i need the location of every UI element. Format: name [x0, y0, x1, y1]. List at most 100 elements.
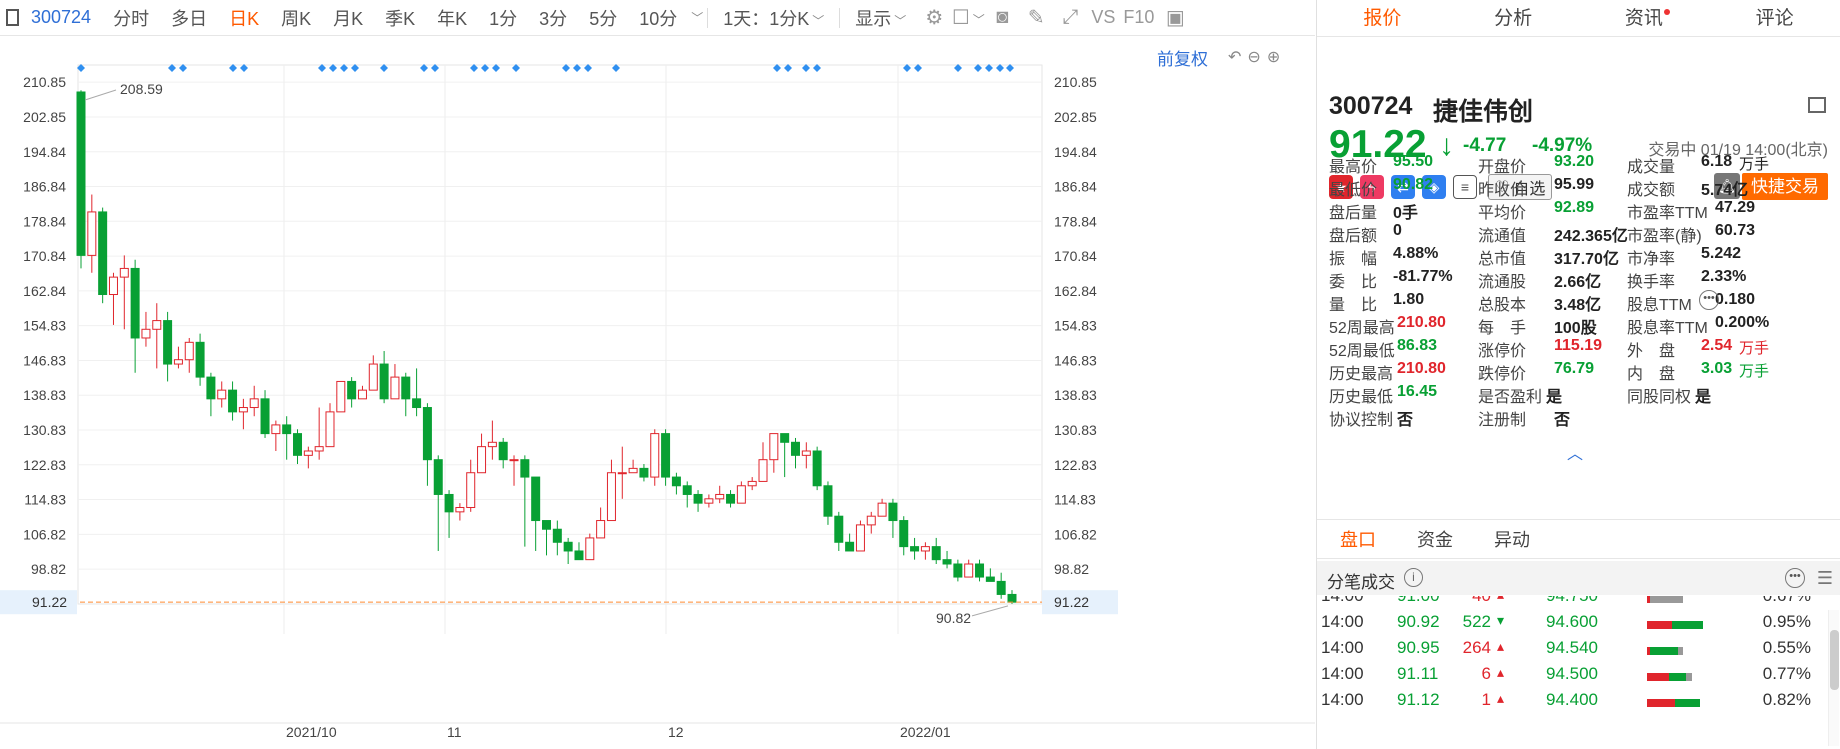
candle-body[interactable]	[855, 524, 865, 552]
tab-0[interactable]: 报价	[1317, 0, 1448, 36]
scrollbar-thumb[interactable]	[1830, 630, 1839, 690]
candle-body[interactable]	[639, 467, 649, 478]
candle-body[interactable]	[704, 498, 714, 504]
candle-body[interactable]	[866, 515, 876, 526]
candle-body[interactable]	[715, 493, 725, 500]
candle-body[interactable]	[498, 441, 508, 461]
period-tab-0[interactable]: 分时	[102, 5, 160, 31]
trade-row[interactable]: 14:00 90.95 264 ▴ 94.540 0.55%	[1317, 638, 1821, 664]
candle-body[interactable]	[531, 476, 541, 522]
period-tab-10[interactable]: 10分	[628, 5, 688, 31]
minute-combo[interactable]: 1天：1分K ﹀	[712, 5, 835, 31]
candle-body[interactable]	[260, 398, 270, 435]
candle-body[interactable]	[152, 320, 162, 330]
candle-body[interactable]	[271, 424, 281, 435]
candle-body[interactable]	[542, 520, 551, 530]
period-tab-9[interactable]: 5分	[578, 5, 628, 31]
candle-body[interactable]	[76, 91, 86, 256]
gear-icon[interactable]: ⚙	[917, 5, 951, 30]
candle-body[interactable]	[195, 341, 205, 378]
tab-1[interactable]: 分析	[1448, 0, 1579, 36]
candle-body[interactable]	[877, 502, 887, 517]
candle-body[interactable]	[628, 467, 638, 474]
candle-body[interactable]	[228, 389, 238, 413]
period-tab-8[interactable]: 3分	[528, 5, 578, 31]
candle-body[interactable]	[671, 476, 681, 487]
stock-code-tab[interactable]: 300724	[23, 7, 102, 28]
candle-body[interactable]	[282, 424, 292, 435]
candle-body[interactable]	[606, 472, 616, 522]
candle-body[interactable]	[379, 363, 389, 400]
f10-button[interactable]: F10	[1119, 7, 1158, 28]
sidebar-icon[interactable]: ▣	[1158, 5, 1192, 30]
zoom-in-icon[interactable]: ⊕	[1267, 47, 1280, 67]
subtab-0[interactable]: 盘口	[1322, 520, 1394, 558]
period-tab-3[interactable]: 周K	[270, 5, 322, 31]
period-tab-6[interactable]: 年K	[426, 5, 478, 31]
candle-body[interactable]	[108, 276, 118, 296]
candle-body[interactable]	[520, 459, 530, 478]
candle-body[interactable]	[693, 493, 703, 504]
candle-body[interactable]	[585, 537, 595, 561]
pencil-icon[interactable]: ✎	[1019, 5, 1053, 30]
list-icon[interactable]: ☰	[1817, 568, 1833, 589]
trades-list[interactable]: 14:00 91.00 40 ▴ 94.750 0.67% 14:00 90.92 522 ▾ 94…	[1317, 596, 1821, 749]
candle-body[interactable]	[130, 267, 140, 339]
candle-body[interactable]	[303, 450, 313, 456]
sidebar-toggle-icon[interactable]	[6, 9, 19, 26]
candle-body[interactable]	[574, 550, 584, 561]
checkbox-icon[interactable]: ☐ ﹀	[951, 5, 985, 30]
tab-3[interactable]: 评论	[1709, 0, 1840, 36]
candle-body[interactable]	[736, 485, 746, 504]
candle-body[interactable]	[650, 433, 660, 478]
candle-body[interactable]	[368, 363, 378, 391]
candle-body[interactable]	[801, 450, 811, 456]
candle-body[interactable]	[336, 380, 346, 413]
fullscreen-icon[interactable]: ⤢	[1053, 6, 1087, 29]
tab-2[interactable]: 资讯	[1579, 0, 1710, 36]
candle-body[interactable]	[477, 446, 487, 474]
candle-body[interactable]	[444, 493, 454, 513]
period-tab-7[interactable]: 1分	[478, 5, 528, 31]
candle-body[interactable]	[682, 485, 692, 495]
adjust-mode-button[interactable]: 前复权	[1157, 45, 1208, 70]
chevron-down-icon[interactable]: ﹀	[691, 9, 703, 26]
candle-body[interactable]	[249, 398, 259, 409]
candle-body[interactable]	[964, 563, 974, 578]
candle-body[interactable]	[455, 507, 465, 513]
candle-body[interactable]	[931, 546, 941, 561]
candle-body[interactable]	[390, 376, 400, 400]
candle-body[interactable]	[996, 580, 1006, 595]
zoom-out-icon[interactable]: ⊖	[1247, 47, 1260, 67]
candle-body[interactable]	[98, 211, 108, 296]
candle-body[interactable]	[314, 446, 324, 452]
subtab-1[interactable]: 资金	[1399, 520, 1471, 558]
period-tab-1[interactable]: 多日	[160, 5, 218, 31]
display-menu[interactable]: 显示 ﹀	[844, 5, 917, 31]
candle-body[interactable]	[596, 520, 606, 539]
candle-body[interactable]	[920, 546, 930, 552]
candle-body[interactable]	[910, 546, 920, 552]
trade-row[interactable]: 14:00 91.00 40 ▴ 94.750 0.67%	[1317, 596, 1821, 612]
candle-body[interactable]	[325, 411, 335, 448]
candle-body[interactable]	[119, 267, 129, 278]
candle-body[interactable]	[293, 433, 303, 456]
candle-body[interactable]	[845, 541, 855, 552]
more-icon[interactable]: •••	[1785, 568, 1805, 588]
period-tab-4[interactable]: 月K	[322, 5, 374, 31]
candle-body[interactable]	[661, 433, 671, 478]
candle-body[interactable]	[1007, 593, 1017, 603]
trade-row[interactable]: 14:00 91.12 1 ▴ 94.400 0.82%	[1317, 690, 1821, 716]
candle-body[interactable]	[412, 398, 422, 409]
kline-chart-area[interactable]: 210.85 210.85 202.85 202.85 194.84 194.84 186.…	[0, 37, 1315, 749]
candle-body[interactable]	[433, 459, 443, 495]
candle-body[interactable]	[888, 502, 898, 522]
candle-body[interactable]	[985, 576, 995, 582]
candle-body[interactable]	[173, 359, 183, 365]
info-icon[interactable]: i	[1404, 568, 1423, 587]
candle-body[interactable]	[563, 541, 573, 552]
candle-body[interactable]	[509, 459, 519, 462]
kline-chart[interactable]: 210.85 210.85 202.85 202.85 194.84 194.84 186.…	[0, 37, 1315, 749]
candle-body[interactable]	[758, 459, 768, 482]
candle-body[interactable]	[790, 441, 800, 456]
